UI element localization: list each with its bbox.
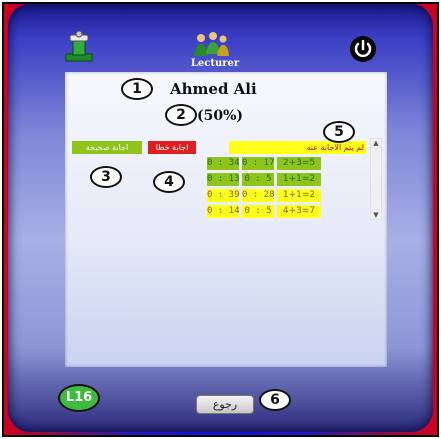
answer-equation: 2+3=5	[277, 157, 321, 170]
answer-time-b: 0 : 28	[242, 189, 275, 202]
answer-time-b: 0 : 5	[242, 205, 274, 218]
answers-list: 0 : 34 0 : 17 2+3=5 0 : 13 0 : 5 1+1=2 0…	[207, 157, 324, 221]
answer-equation: 4+3=7	[277, 205, 321, 218]
student-name: Ahmed Ali	[170, 80, 257, 98]
legend-unanswered: لم يتم الاجابة عنه	[229, 141, 366, 154]
power-icon[interactable]	[349, 35, 377, 63]
legend-correct: اجابة صحيحة	[72, 141, 142, 154]
callout-6: 6	[259, 389, 291, 411]
level-badge: L16	[58, 384, 100, 412]
callout-3: 3	[90, 166, 122, 188]
answer-equation: 1+1=2	[277, 173, 321, 186]
student-score: (50%)	[197, 108, 244, 124]
answer-time-a: 0 : 39	[207, 189, 240, 202]
callout-4: 4	[153, 171, 185, 193]
scroll-down-icon[interactable]: ▼	[370, 210, 382, 220]
answer-time-a: 0 : 34	[207, 157, 240, 170]
back-button[interactable]: رجوع	[196, 395, 254, 414]
answer-time-b: 0 : 5	[242, 173, 274, 186]
callout-2: 2	[165, 104, 197, 126]
answer-row: 0 : 14 0 : 5 4+3=7	[207, 205, 324, 218]
answer-row: 0 : 39 0 : 28 1+1=2	[207, 189, 324, 202]
answer-equation: 1+1=2	[277, 189, 321, 202]
legend-wrong: اجابة خطا	[148, 141, 196, 154]
exam-stand-icon[interactable]	[58, 30, 98, 64]
answer-time-a: 0 : 13	[207, 173, 240, 186]
answer-time-b: 0 : 17	[242, 157, 275, 170]
scroll-up-icon[interactable]: ▲	[370, 138, 382, 148]
callout-1: 1	[121, 78, 153, 100]
answer-row: 0 : 34 0 : 17 2+3=5	[207, 157, 324, 170]
callout-5: 5	[323, 121, 355, 143]
answer-row: 0 : 13 0 : 5 1+1=2	[207, 173, 324, 186]
answers-scrollbar[interactable]: ▲ ▼	[370, 138, 382, 220]
answer-time-a: 0 : 14	[207, 205, 240, 218]
lecturer-label: Lecturer	[190, 58, 240, 69]
